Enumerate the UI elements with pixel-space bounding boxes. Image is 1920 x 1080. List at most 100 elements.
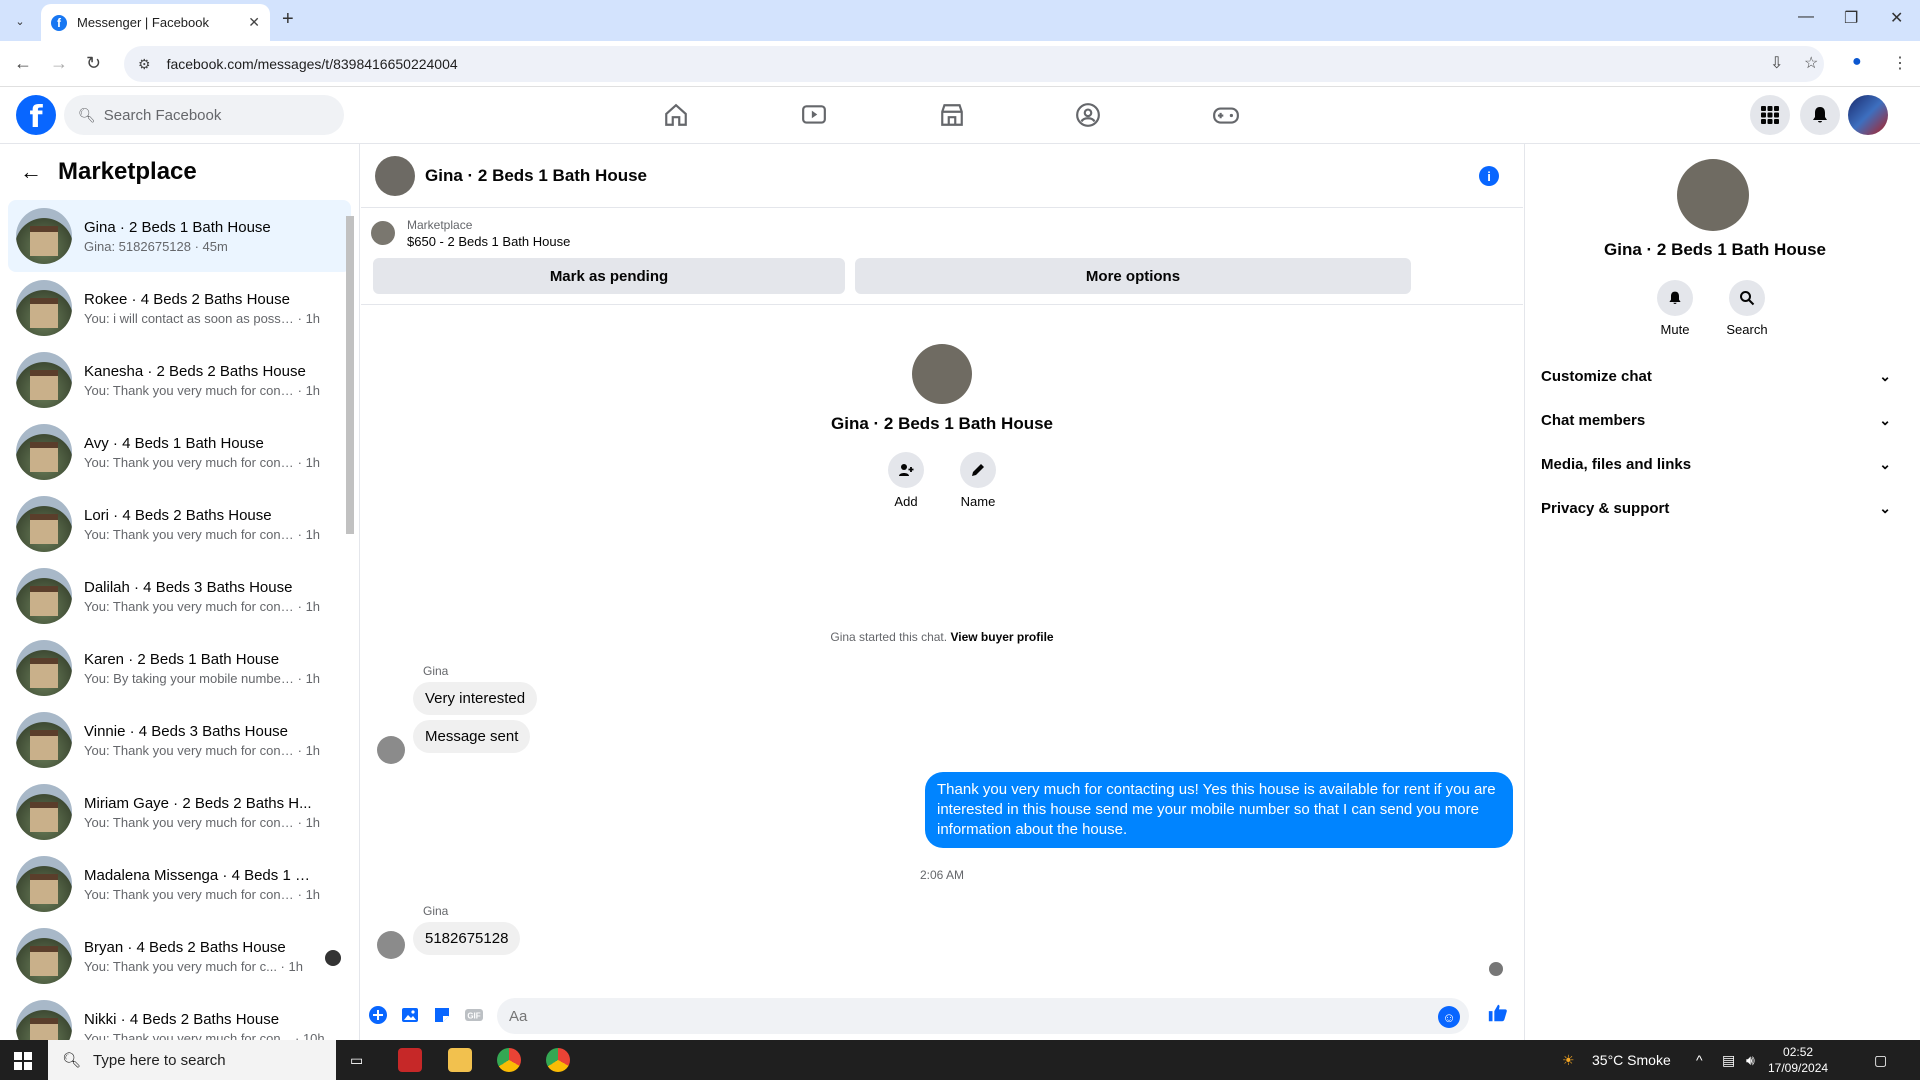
back-arrow-icon[interactable]: ← [20, 159, 42, 185]
conversation-row[interactable]: Madalena Missenga · 4 Beds 1 B... You: Th… [8, 848, 351, 920]
close-window-icon[interactable]: ✕ [1890, 8, 1903, 28]
tray-chevron-icon[interactable]: ^ [1696, 1052, 1703, 1068]
back-icon[interactable]: ← [14, 53, 32, 74]
name-label: Name [960, 494, 996, 509]
conversation-row[interactable]: Rokee · 4 Beds 2 Baths House You: i will … [8, 272, 351, 344]
add-people-button[interactable]: Add [866, 452, 946, 509]
incoming-message[interactable]: Very interested [413, 682, 538, 715]
customize-chat-section[interactable]: Customize chat ⌄ [1541, 356, 1891, 396]
incoming-message[interactable]: Message sent [413, 720, 531, 753]
bell-icon [1657, 280, 1693, 316]
task-view-icon[interactable]: ▭ [350, 1052, 363, 1069]
chrome-icon[interactable] [497, 1048, 521, 1072]
site-info-icon[interactable]: ⚙ [138, 56, 151, 73]
url-bar[interactable]: ⚙ facebook.com/messages/t/83984166502240… [124, 46, 1824, 82]
profile-name: Gina · 2 Beds 1 Bath House [831, 414, 1053, 433]
conversation-row[interactable]: Karen · 2 Beds 1 Bath House You: By takin… [8, 632, 351, 704]
chat-title[interactable]: Gina · 2 Beds 1 Bath House [425, 166, 647, 186]
close-tab-icon[interactable]: ✕ [248, 14, 260, 31]
conversation-row[interactable]: Kanesha · 2 Beds 2 Baths House You: Thank… [8, 344, 351, 416]
chrome-icon[interactable] [546, 1048, 570, 1072]
volume-icon[interactable]: 🔊︎ [1746, 1052, 1755, 1069]
privacy-support-section[interactable]: Privacy & support ⌄ [1541, 488, 1891, 528]
weather-icon[interactable]: ☀ [1562, 1052, 1575, 1069]
mute-button[interactable]: Mute [1645, 280, 1705, 337]
browser-tab-bar: ⌄ f Messenger | Facebook ✕ + — ❐ ✕ [0, 0, 1920, 41]
edit-name-button[interactable]: Name [938, 452, 1018, 509]
chat-avatar[interactable] [375, 155, 415, 196]
home-icon[interactable] [656, 97, 696, 133]
conversation-time: 1h [288, 958, 303, 974]
restore-icon[interactable]: ❐ [1844, 8, 1858, 28]
listing-avatar [16, 784, 72, 840]
browser-tab[interactable]: f Messenger | Facebook ✕ [41, 4, 270, 41]
conversation-row[interactable]: Dalilah · 4 Beds 3 Baths House You: Thank… [8, 560, 351, 632]
file-explorer-icon[interactable] [448, 1048, 472, 1072]
conversation-row[interactable]: Nikki · 4 Beds 2 Baths House You: Thank y… [8, 992, 351, 1040]
profile-icon[interactable]: ● [1852, 53, 1862, 71]
forward-icon[interactable]: → [50, 53, 68, 74]
conversation-row[interactable]: Gina · 2 Beds 1 Bath House Gina: 51826751… [8, 200, 351, 272]
separator: · [294, 526, 306, 542]
chat-members-section[interactable]: Chat members ⌄ [1541, 400, 1891, 440]
list-scrollbar-thumb[interactable] [346, 216, 354, 534]
install-app-icon[interactable]: ⇩ [1770, 53, 1783, 73]
conversation-text: Madalena Missenga · 4 Beds 1 B... You: Th… [84, 867, 351, 902]
conversation-row[interactable]: Lori · 4 Beds 2 Baths House You: Thank yo… [8, 488, 351, 560]
account-avatar[interactable] [1848, 95, 1888, 135]
message-input[interactable] [497, 998, 1469, 1034]
weather-text[interactable]: 35°C Smoke [1592, 1052, 1671, 1068]
details-avatar[interactable] [1677, 159, 1749, 231]
video-icon[interactable] [794, 97, 834, 133]
sticker-icon[interactable] [431, 1004, 453, 1026]
sender-name: Gina [423, 664, 449, 678]
view-buyer-profile-link[interactable]: View buyer profile [950, 630, 1053, 644]
notifications-bell-icon[interactable] [1800, 95, 1840, 135]
gif-icon[interactable]: GIF [463, 1004, 485, 1026]
facebook-search-input[interactable]: 🔍︎ Search Facebook [64, 95, 344, 135]
conversation-row[interactable]: Bryan · 4 Beds 2 Baths House You: Thank y… [8, 920, 351, 992]
network-icon[interactable]: ▤ [1722, 1052, 1735, 1069]
separator: · [294, 382, 306, 398]
new-tab-icon[interactable]: + [282, 8, 294, 31]
bookmark-star-icon[interactable]: ☆ [1804, 53, 1818, 73]
listing-avatar [16, 352, 72, 408]
app-icon[interactable] [398, 1048, 422, 1072]
conversation-row[interactable]: Vinnie · 4 Beds 3 Baths House You: Thank … [8, 704, 351, 776]
tab-search-icon[interactable]: ⌄ [10, 11, 30, 31]
menu-grid-icon[interactable] [1750, 95, 1790, 135]
minimize-icon[interactable]: — [1798, 8, 1814, 26]
emoji-icon[interactable]: ☺ [1438, 1006, 1460, 1028]
conversation-row[interactable]: Miriam Gaye · 2 Beds 2 Baths H... You: Th… [8, 776, 351, 848]
groups-icon[interactable] [1068, 97, 1108, 133]
notification-center-icon[interactable]: ▢ [1874, 1052, 1887, 1069]
photo-icon[interactable] [399, 1004, 421, 1026]
gaming-icon[interactable] [1206, 97, 1246, 133]
system-clock[interactable]: 02:52 17/09/2024 [1768, 1044, 1828, 1076]
conversation-name: Avy · 4 Beds 1 Bath House [84, 434, 264, 452]
details-scrollbar[interactable] [1911, 144, 1920, 1040]
taskbar-search[interactable]: 🔍︎ Type here to search [48, 1040, 336, 1080]
conversation-text: Avy · 4 Beds 1 Bath House You: Thank you … [84, 435, 351, 470]
separator: · [294, 598, 306, 614]
mark-as-pending-button[interactable]: Mark as pending [373, 258, 845, 294]
list-scrollbar[interactable] [345, 196, 355, 1036]
media-files-links-section[interactable]: Media, files and links ⌄ [1541, 444, 1891, 484]
sender-avatar[interactable] [377, 736, 405, 764]
more-options-button[interactable]: More options [855, 258, 1411, 294]
search-conversation-button[interactable]: Search [1717, 280, 1777, 337]
marketplace-icon[interactable] [932, 97, 972, 133]
conversation-row[interactable]: Avy · 4 Beds 1 Bath House You: Thank you … [8, 416, 351, 488]
incoming-message[interactable]: 5182675128 [413, 922, 521, 955]
info-icon[interactable]: i [1479, 166, 1499, 186]
facebook-logo-icon[interactable]: f [16, 95, 56, 135]
thumbs-up-icon[interactable] [1487, 1002, 1509, 1024]
address-row: ← → ↻ ⚙ facebook.com/messages/t/83984166… [0, 41, 1920, 87]
marketplace-listing-strip[interactable]: Marketplace $650 - 2 Beds 1 Bath House [371, 214, 1521, 252]
sender-avatar[interactable] [377, 931, 405, 959]
windows-start-icon[interactable] [14, 1052, 32, 1070]
reload-icon[interactable]: ↻ [86, 53, 101, 74]
outgoing-message[interactable]: Thank you very much for contacting us! Y… [925, 772, 1513, 848]
browser-menu-icon[interactable]: ⋮ [1892, 53, 1908, 73]
plus-circle-icon[interactable] [367, 1004, 389, 1026]
